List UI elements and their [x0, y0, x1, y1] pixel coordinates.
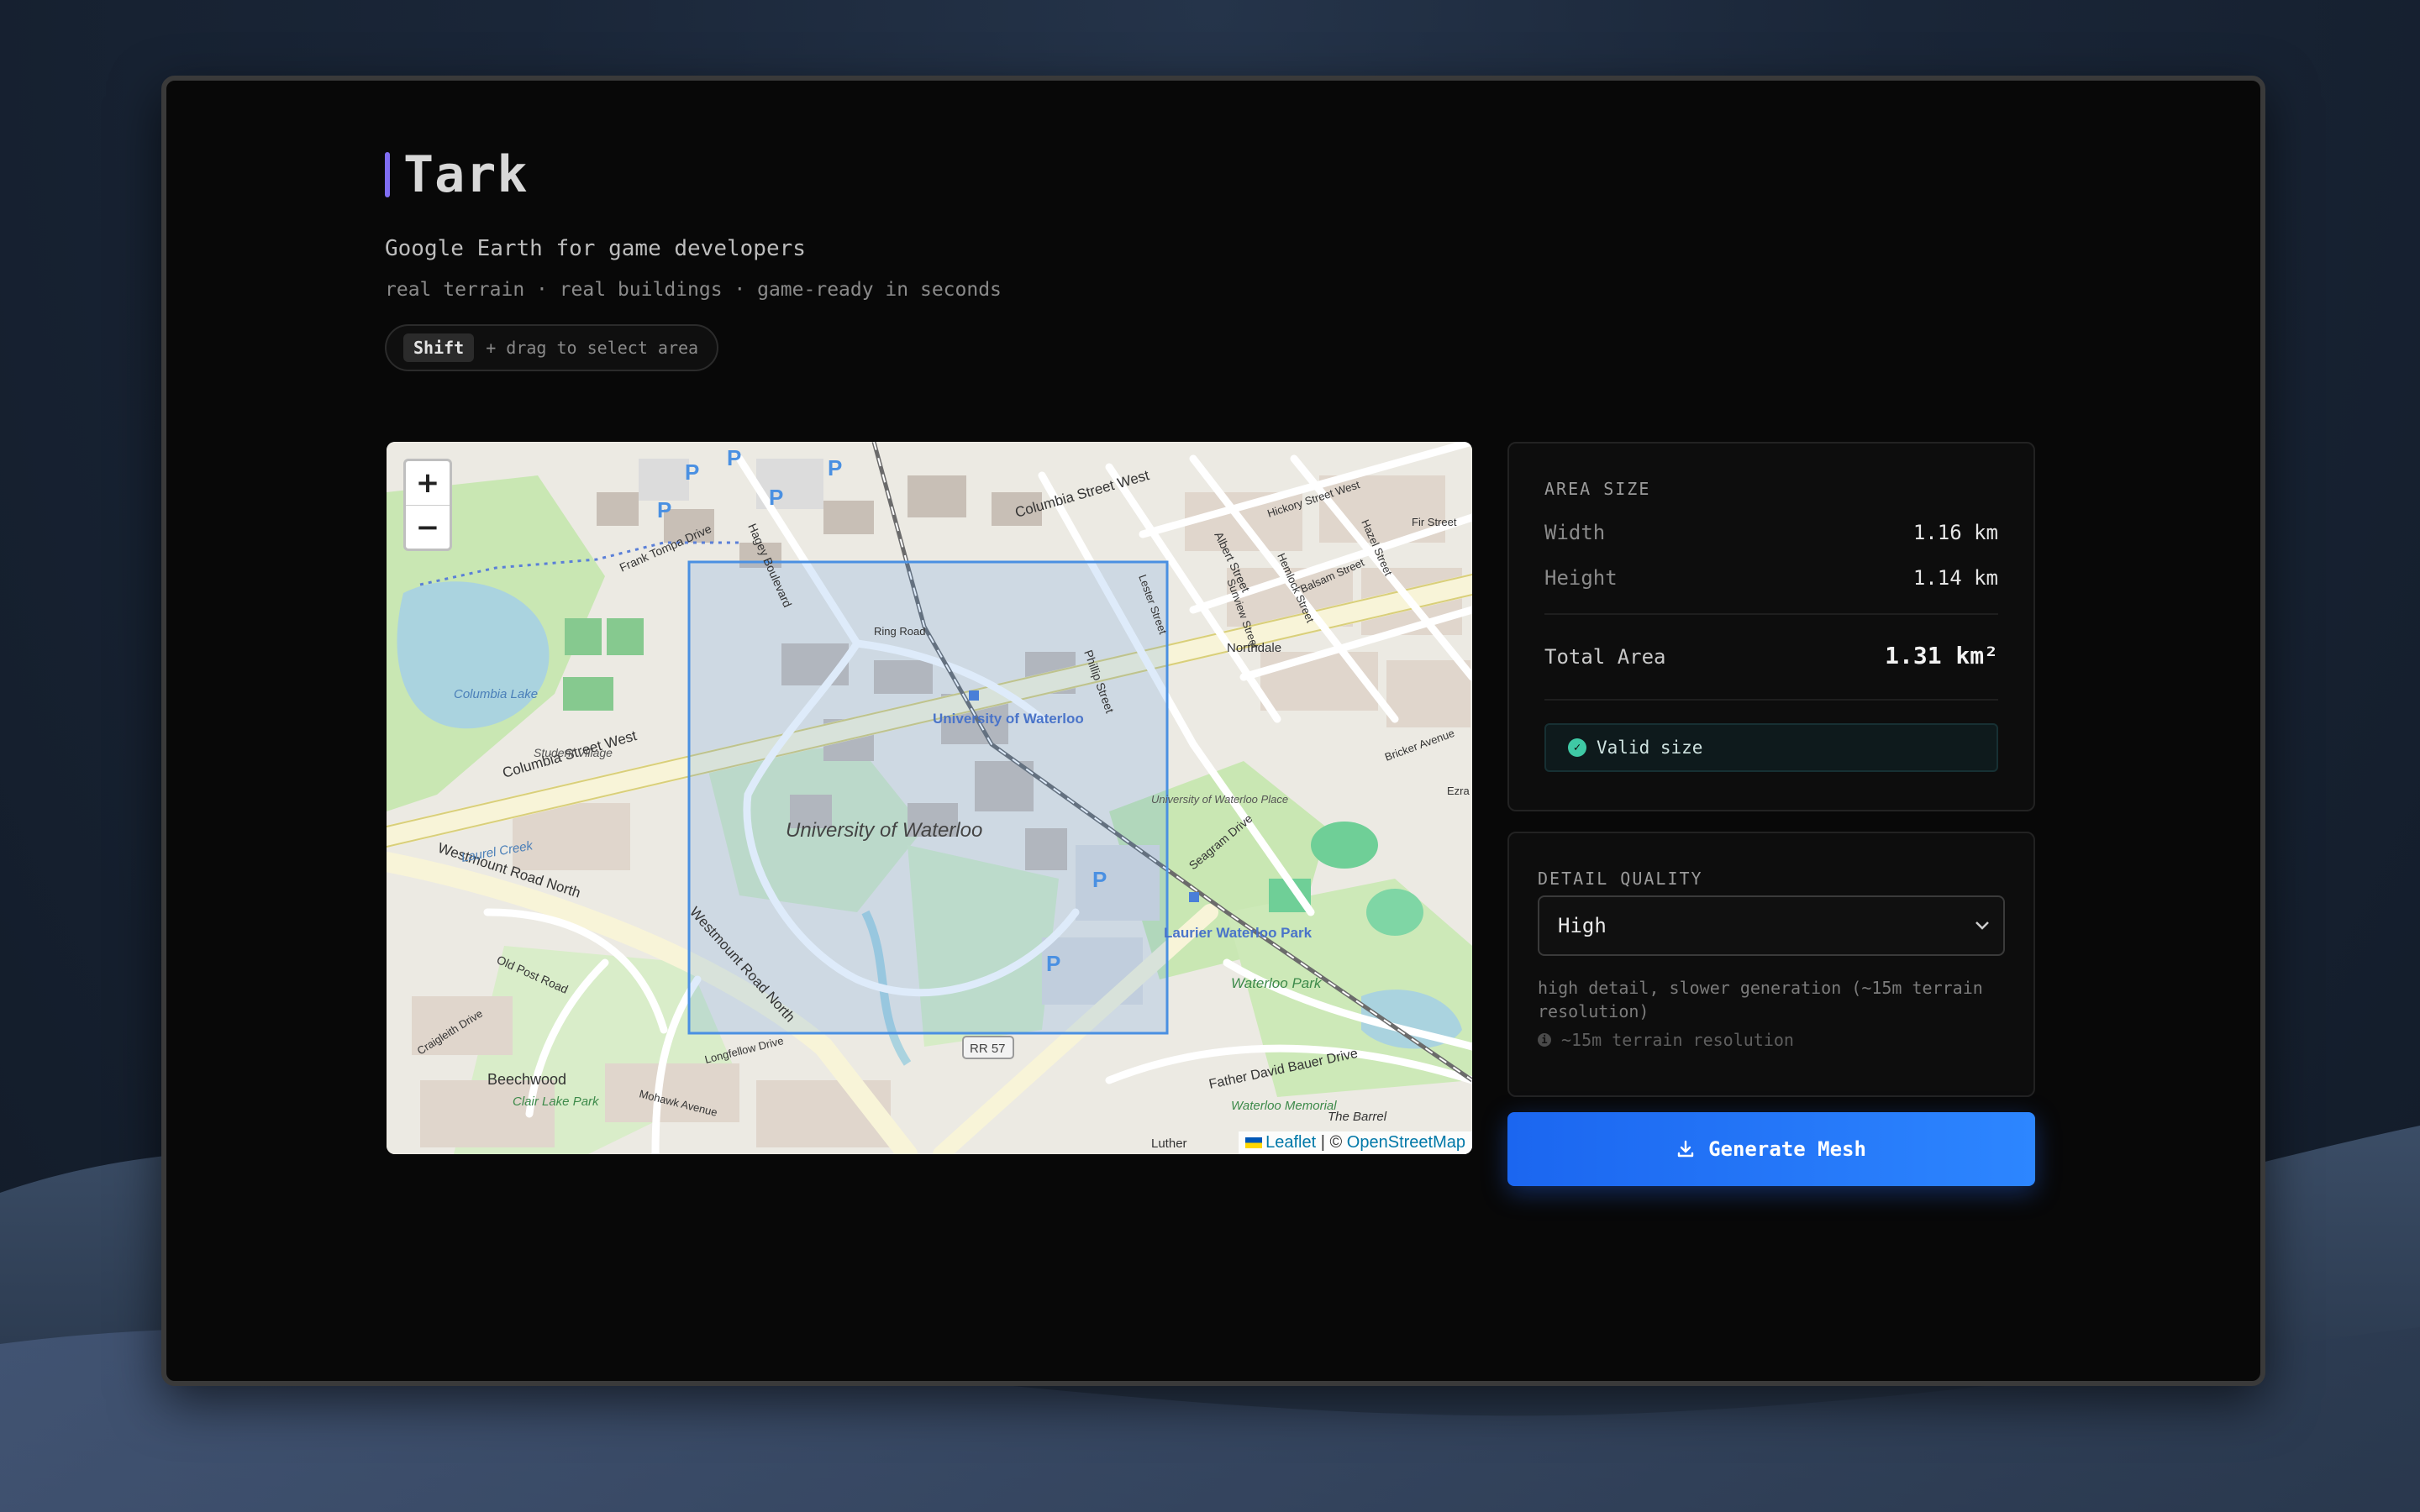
leaflet-link[interactable]: Leaflet: [1265, 1133, 1316, 1152]
road-label: Luther: [1151, 1137, 1187, 1151]
parking-marker: P: [769, 485, 783, 510]
park-label: Waterloo Memorial: [1231, 1099, 1337, 1113]
total-area-label: Total Area: [1544, 645, 1666, 669]
road-label: Ezra: [1447, 785, 1470, 797]
rr57-label: RR 57: [970, 1042, 1006, 1056]
sports-field: [607, 618, 644, 655]
divider: [1544, 613, 1998, 615]
generate-mesh-button[interactable]: Generate Mesh: [1507, 1112, 2035, 1186]
selection-hint: Shift + drag to select area: [385, 324, 719, 371]
road-label: Fir Street: [1412, 516, 1457, 528]
map-attribution: Leaflet | © OpenStreetMap: [1239, 1131, 1472, 1154]
valid-size-badge: ✓ Valid size: [1544, 723, 1998, 772]
zoom-in-button[interactable]: +: [406, 461, 450, 506]
sports-field: [565, 618, 602, 655]
parking-marker: P: [685, 459, 699, 485]
station-marker: [1189, 892, 1199, 902]
parking-marker: P: [657, 497, 671, 522]
track-field: [1311, 822, 1378, 869]
total-area-row: Total Area 1.31 km²: [1544, 642, 1998, 669]
height-label: Height: [1544, 566, 1618, 590]
map-view[interactable]: P P P P P P P Columbia Street West Colum…: [387, 442, 1472, 1154]
zoom-controls: + −: [403, 459, 452, 551]
sports-field: [563, 677, 613, 711]
area-label: University of Waterloo Place: [1151, 793, 1288, 806]
valid-size-text: Valid size: [1597, 738, 1703, 758]
width-value: 1.16 km: [1912, 521, 1998, 544]
rr57-shield: RR 57: [962, 1036, 1014, 1059]
area-size-heading: AREA SIZE: [1544, 479, 1651, 499]
station-marker: [969, 690, 979, 701]
university-label: University of Waterloo: [786, 819, 982, 842]
selection-rectangle[interactable]: [687, 560, 1169, 1035]
resolution-info-text: ~15m terrain resolution: [1561, 1030, 1794, 1050]
app-subtitle: Google Earth for game developers: [385, 236, 806, 261]
area-label: Beechwood: [487, 1071, 566, 1088]
attribution-separator: | ©: [1316, 1133, 1347, 1152]
generate-mesh-label: Generate Mesh: [1708, 1137, 1866, 1161]
title-accent-bar: [385, 152, 390, 197]
app-window: Tark Google Earth for game developers re…: [161, 76, 2265, 1386]
hint-text: + drag to select area: [486, 338, 699, 358]
info-icon: i: [1538, 1033, 1551, 1047]
lake-label: Columbia Lake: [454, 687, 538, 701]
width-row: Width 1.16 km: [1544, 521, 1998, 544]
detail-quality-heading: DETAIL QUALITY: [1538, 869, 1703, 889]
app-tagline: real terrain · real buildings · game-rea…: [385, 279, 1002, 301]
quality-select[interactable]: High: [1538, 895, 2005, 956]
shift-key: Shift: [403, 333, 475, 362]
road-label: Ring Road: [874, 625, 925, 638]
area-label: Student Village: [534, 746, 613, 759]
height-value: 1.14 km: [1912, 566, 1998, 590]
park-label: Clair Lake Park: [513, 1095, 600, 1109]
app-title: Tark: [385, 145, 529, 204]
resolution-info: i ~15m terrain resolution: [1538, 1030, 1794, 1050]
map-tiles[interactable]: P P P P P P P Columbia Street West Colum…: [387, 442, 1472, 1154]
track-field: [1366, 889, 1423, 936]
quality-description: high detail, slower generation (~15m ter…: [1538, 978, 1983, 1021]
zoom-out-button[interactable]: −: [406, 506, 450, 549]
park-label: Waterloo Park: [1231, 975, 1323, 991]
divider: [1544, 699, 1998, 701]
height-row: Height 1.14 km: [1544, 566, 1998, 590]
parking-marker: P: [828, 455, 842, 480]
parking-marker: P: [1092, 867, 1107, 892]
ukraine-flag-icon: [1245, 1137, 1263, 1149]
check-circle-icon: ✓: [1568, 738, 1586, 757]
area-size-card: AREA SIZE Width 1.16 km Height 1.14 km T…: [1507, 442, 2035, 811]
width-label: Width: [1544, 521, 1606, 544]
total-area-value: 1.31 km²: [1885, 642, 1998, 669]
station-label: University of Waterloo: [933, 711, 1084, 727]
detail-quality-card: DETAIL QUALITY High high detail, slower …: [1507, 832, 2035, 1097]
campus-label: University of Waterloo: [786, 819, 982, 842]
parking-marker: P: [727, 445, 741, 470]
quality-selected-value: High: [1558, 914, 1607, 937]
parking-marker: P: [1046, 951, 1060, 976]
openstreetmap-link[interactable]: OpenStreetMap: [1347, 1133, 1465, 1152]
station-label: Laurier Waterloo Park: [1164, 925, 1313, 941]
download-icon: [1677, 1140, 1694, 1158]
chevron-down-icon: [1975, 921, 1989, 930]
app-title-text: Tark: [403, 145, 529, 204]
